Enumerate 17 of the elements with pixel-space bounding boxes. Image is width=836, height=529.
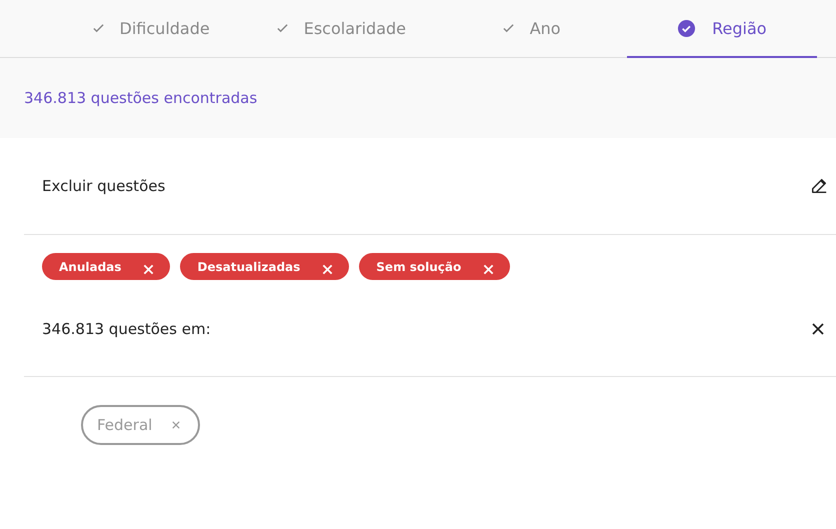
filter-tab[interactable]: Região [626, 0, 817, 58]
result-count: 346.813 questões encontradas [23, 88, 258, 107]
filter-tab[interactable]: Dificuldade [56, 0, 246, 58]
check-icon [502, 23, 514, 33]
filter-tab[interactable]: Escolaridade [246, 0, 436, 58]
pencil-icon[interactable] [810, 177, 828, 195]
check-icon [276, 23, 288, 33]
check-circle-icon [677, 18, 696, 38]
tag-label: Desatualizadas [197, 260, 300, 274]
tag-label: Sem solução [376, 260, 462, 274]
tag-label: Anuladas [59, 260, 122, 274]
close-icon[interactable] [812, 322, 824, 334]
check-icon [92, 23, 104, 33]
chip-label: Federal [97, 416, 152, 434]
section-title: Excluir questões [42, 177, 166, 195]
section-title: 346.813 questões em: [42, 320, 211, 338]
filter-tab[interactable]: Ano [436, 0, 627, 58]
